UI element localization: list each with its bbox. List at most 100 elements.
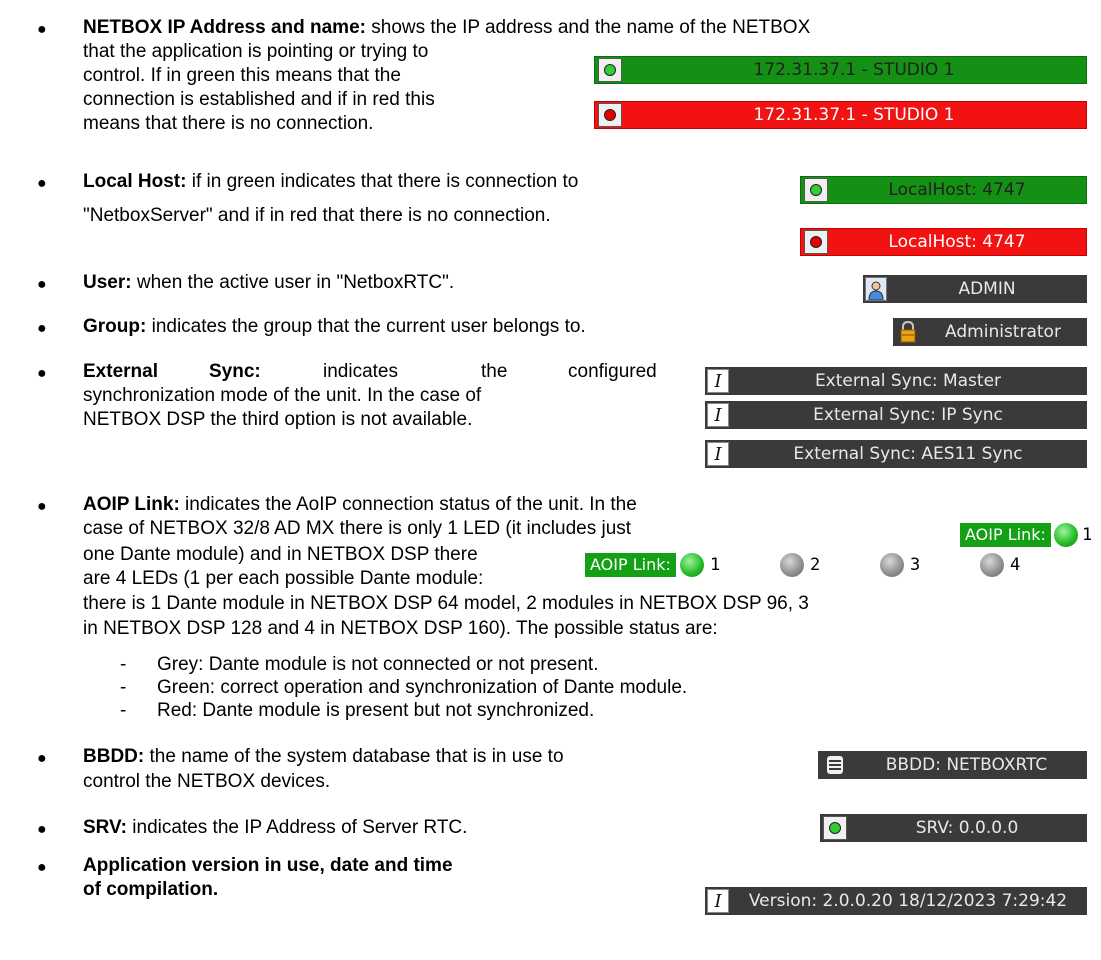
- extsync-label: External: [83, 361, 158, 382]
- info-icon: I: [707, 369, 729, 393]
- aoip-text: indicates the AoIP connection status of …: [179, 494, 637, 515]
- localhost-line1: Local Host: if in green indicates that t…: [83, 170, 578, 194]
- aoip-led-2: [780, 553, 804, 577]
- version-line1: Application version in use, date and tim…: [83, 854, 453, 878]
- version-label: of compilation.: [83, 879, 219, 900]
- bbdd-text: the name of the system database that is …: [144, 746, 564, 767]
- status-lamp-icon: [823, 816, 847, 840]
- netbox-line4: connection is established and if in red …: [83, 89, 435, 110]
- localhost-label: Local Host:: [83, 171, 187, 192]
- extsync-value: External Sync: IP Sync: [813, 405, 1003, 425]
- aoip-line3: one Dante module) and in NETBOX DSP ther…: [83, 544, 478, 565]
- netbox-line1: NETBOX IP Address and name: shows the IP…: [83, 16, 810, 40]
- localhost-green-value: LocalHost: 4747: [888, 180, 1026, 200]
- status-lamp-icon: [598, 103, 622, 127]
- bbdd-label: BBDD:: [83, 746, 145, 767]
- localhost-text: if in green indicates that there is conn…: [186, 171, 579, 192]
- bullet: ●: [37, 821, 47, 838]
- netbox-line5: means that there is no connection.: [83, 113, 374, 134]
- user-label: User:: [83, 272, 132, 293]
- info-icon: I: [707, 442, 729, 466]
- aoip-line1: AOIP Link: indicates the AoIP connection…: [83, 493, 637, 517]
- netbox-status-green: 172.31.37.1 - STUDIO 1: [594, 56, 1087, 84]
- localhost-line2: "NetboxServer" and if in red that there …: [83, 205, 551, 226]
- version-bar: I Version: 2.0.0.20 18/12/2023 7:29:42: [705, 887, 1087, 915]
- localhost-status-green: LocalHost: 4747: [800, 176, 1087, 204]
- srv-value: SRV: 0.0.0.0: [915, 818, 1019, 838]
- user-text: when the active user in "NetboxRTC".: [131, 272, 455, 293]
- aoip-led-number: 1: [1082, 525, 1093, 545]
- netbox-status-red: 172.31.37.1 - STUDIO 1: [594, 101, 1087, 129]
- netbox-green-value: 172.31.37.1 - STUDIO 1: [753, 60, 955, 80]
- dash: -: [120, 654, 127, 675]
- extsync-bar-aes11: I External Sync: AES11 Sync: [705, 440, 1087, 468]
- srv-line: SRV: indicates the IP Address of Server …: [83, 816, 467, 840]
- user-icon: [865, 277, 887, 301]
- user-value: ADMIN: [958, 279, 1016, 299]
- bullet: ●: [37, 276, 47, 293]
- status-green: Green: correct operation and synchroniza…: [157, 677, 688, 698]
- status-lamp-icon: [598, 58, 622, 82]
- extsync-line1: External Sync: indicates the configured: [83, 360, 673, 384]
- group-bar: Administrator: [893, 318, 1087, 346]
- database-icon: [824, 753, 846, 777]
- status-lamp-icon: [804, 230, 828, 254]
- version-label: Application version in use, date and tim…: [83, 855, 453, 876]
- dash: -: [120, 677, 127, 698]
- aoip-label: AOIP Link:: [83, 494, 180, 515]
- aoip-led-4: [980, 553, 1004, 577]
- aoip-led-1: [680, 553, 704, 577]
- extsync-line2: synchronization mode of the unit. In the…: [83, 385, 482, 406]
- aoip-led-number: 3: [910, 555, 921, 575]
- status-lamp-icon: [804, 178, 828, 202]
- aoip-line5: there is 1 Dante module in NETBOX DSP 64…: [83, 593, 809, 614]
- bbdd-value: BBDD: NETBOXRTC: [885, 755, 1048, 775]
- bullet: ●: [37, 859, 47, 876]
- lock-icon: [897, 320, 919, 344]
- info-icon: I: [707, 889, 729, 913]
- netbox-label: NETBOX IP Address and name:: [83, 17, 366, 38]
- status-grey: Grey: Dante module is not connected or n…: [157, 654, 599, 675]
- extsync-bar-ipsync: I External Sync: IP Sync: [705, 401, 1087, 429]
- bullet: ●: [37, 365, 47, 382]
- extsync-value: External Sync: AES11 Sync: [793, 444, 1023, 464]
- info-icon: I: [707, 403, 729, 427]
- netbox-text: shows the IP address and the name of the…: [365, 17, 811, 38]
- dash: -: [120, 700, 127, 721]
- group-text: indicates the group that the current use…: [146, 316, 586, 337]
- group-line: Group: indicates the group that the curr…: [83, 315, 586, 339]
- aoip-led-number: 1: [710, 555, 721, 575]
- aoip-led-number: 4: [1010, 555, 1021, 575]
- aoip-badge: AOIP Link:: [960, 523, 1051, 547]
- group-label: Group:: [83, 316, 147, 337]
- aoip-badge-dsp: AOIP Link:: [585, 553, 676, 577]
- bullet: ●: [37, 21, 47, 38]
- srv-bar: SRV: 0.0.0.0: [820, 814, 1087, 842]
- version-line2: of compilation.: [83, 878, 218, 902]
- localhost-red-value: LocalHost: 4747: [888, 232, 1026, 252]
- bbdd-line1: BBDD: the name of the system database th…: [83, 745, 564, 769]
- extsync-label2: Sync:: [209, 361, 261, 382]
- version-value: Version: 2.0.0.20 18/12/2023 7:29:42: [748, 891, 1068, 911]
- netbox-line2: that the application is pointing or tryi…: [83, 41, 429, 62]
- aoip-led-number: 2: [810, 555, 821, 575]
- aoip-line2: case of NETBOX 32/8 AD MX there is only …: [83, 518, 632, 539]
- status-red: Red: Dante module is present but not syn…: [157, 700, 595, 721]
- srv-text: indicates the IP Address of Server RTC.: [127, 817, 468, 838]
- extsync-word: the: [481, 361, 508, 382]
- group-value: Administrator: [945, 322, 1061, 342]
- netbox-line3: control. If in green this means that the: [83, 65, 401, 86]
- bullet: ●: [37, 320, 47, 337]
- aoip-led-1: [1054, 523, 1078, 547]
- aoip-led-3: [880, 553, 904, 577]
- aoip-line6: in NETBOX DSP 128 and 4 in NETBOX DSP 16…: [83, 618, 718, 639]
- user-bar: ADMIN: [863, 275, 1087, 303]
- bullet: ●: [37, 750, 47, 767]
- user-line: User: when the active user in "NetboxRTC…: [83, 271, 454, 295]
- localhost-status-red: LocalHost: 4747: [800, 228, 1087, 256]
- extsync-word: configured: [568, 361, 657, 382]
- extsync-word: indicates: [323, 361, 398, 382]
- extsync-bar-master: I External Sync: Master: [705, 367, 1087, 395]
- aoip-line4: are 4 LEDs (1 per each possible Dante mo…: [83, 568, 484, 589]
- srv-label: SRV:: [83, 817, 128, 838]
